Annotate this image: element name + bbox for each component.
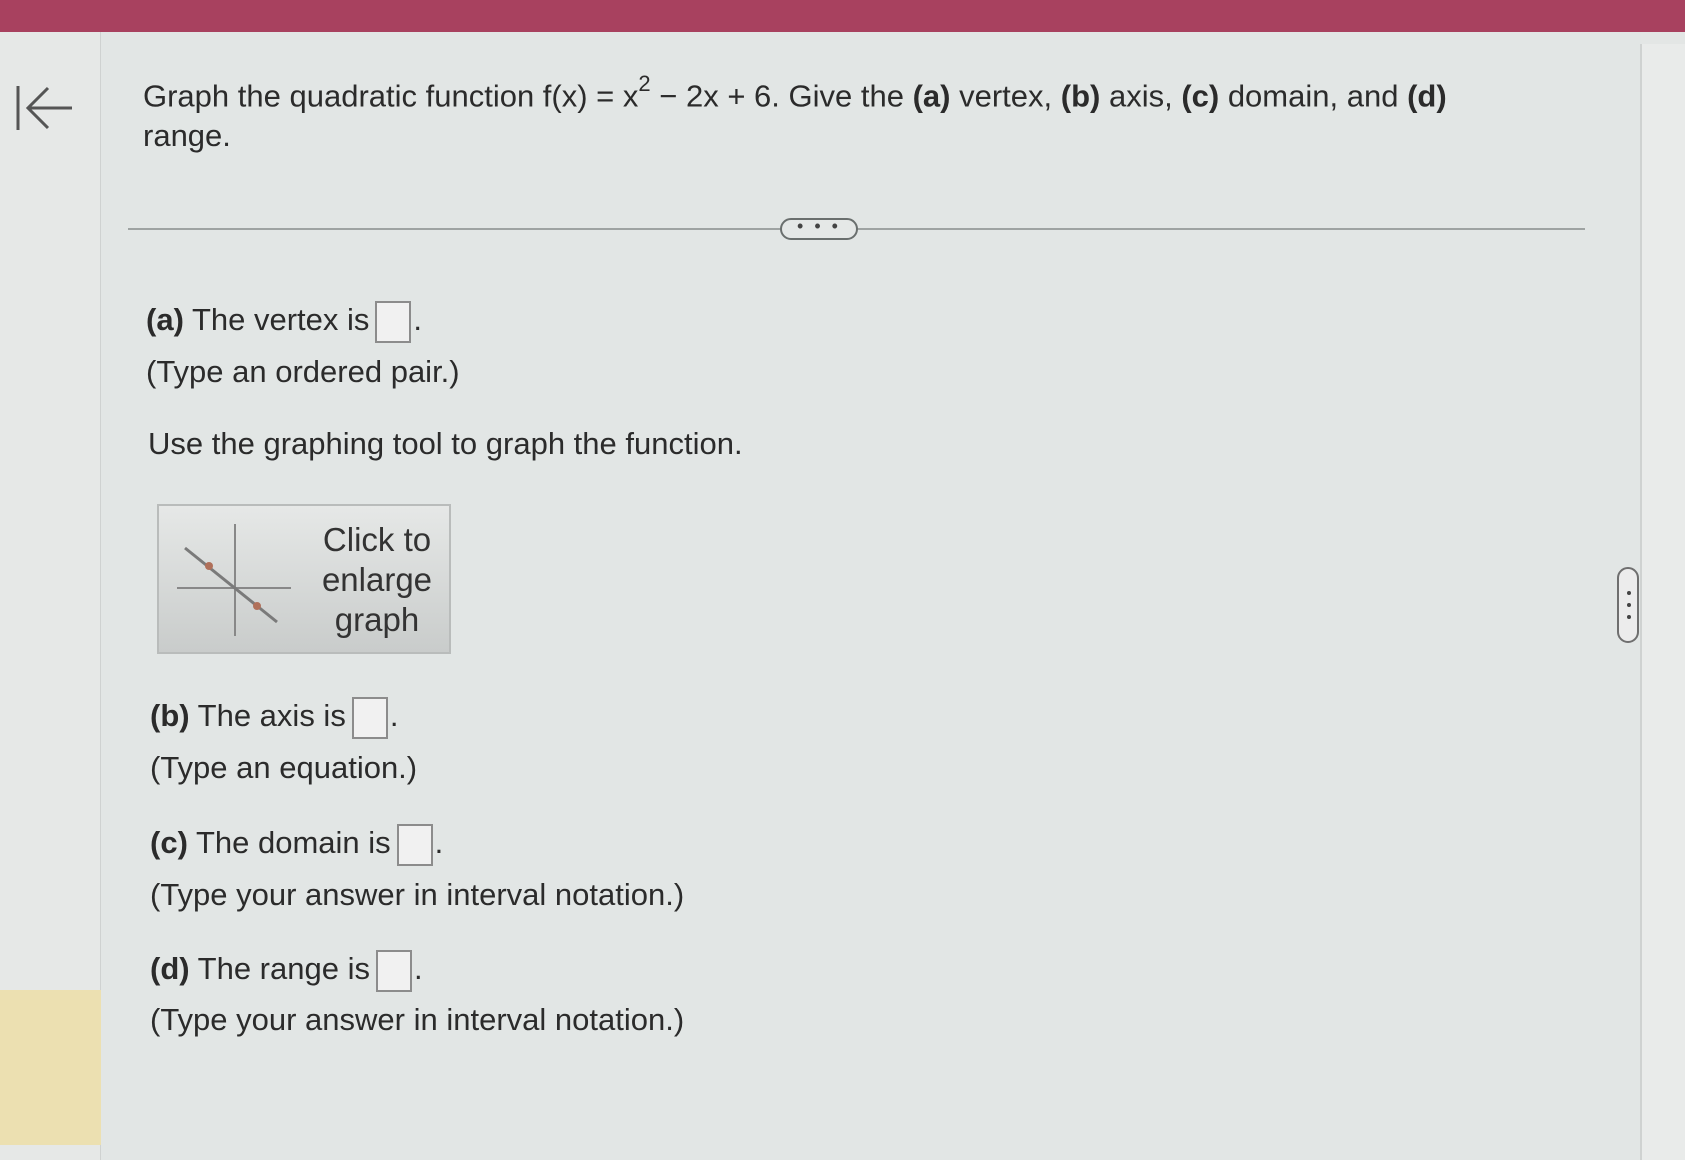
part-a-hint: (Type an ordered pair.) [146, 354, 460, 389]
vertex-answer-input[interactable] [375, 301, 412, 343]
part-c-hint: (Type your answer in interval notation.) [150, 877, 685, 912]
part-d-prompt: (d) The range is. [150, 950, 423, 992]
enlarge-graph-button[interactable]: Click to enlarge graph [157, 504, 451, 654]
domain-answer-input[interactable] [396, 824, 433, 866]
right-panel-edge [1640, 44, 1685, 1160]
axis-answer-input[interactable] [351, 697, 388, 739]
part-b-hint: (Type an equation.) [150, 750, 418, 785]
question-text: Graph the quadratic function f(x) = x2 −… [143, 71, 1447, 154]
graph-thumbnail-icon [177, 524, 291, 636]
part-b-prompt: (b) The axis is. [150, 697, 398, 739]
expand-toggle-button[interactable]: • • • [780, 217, 858, 240]
part-c-prompt: (c) The domain is. [150, 824, 443, 866]
exponent: 2 [638, 71, 651, 96]
top-bar [0, 0, 1685, 32]
enlarge-graph-label: Click to enlarge graph [321, 521, 433, 638]
back-to-first-button[interactable] [14, 78, 78, 138]
part-a-prompt: (a) The vertex is. [146, 301, 422, 343]
first-page-arrow-icon [16, 86, 72, 130]
scroll-handle-icon[interactable] [1617, 567, 1639, 643]
graph-instruction: Use the graphing tool to graph the funct… [148, 426, 743, 461]
highlight-panel [0, 990, 112, 1145]
part-d-hint: (Type your answer in interval notation.) [150, 1002, 685, 1037]
range-answer-input[interactable] [375, 950, 412, 992]
